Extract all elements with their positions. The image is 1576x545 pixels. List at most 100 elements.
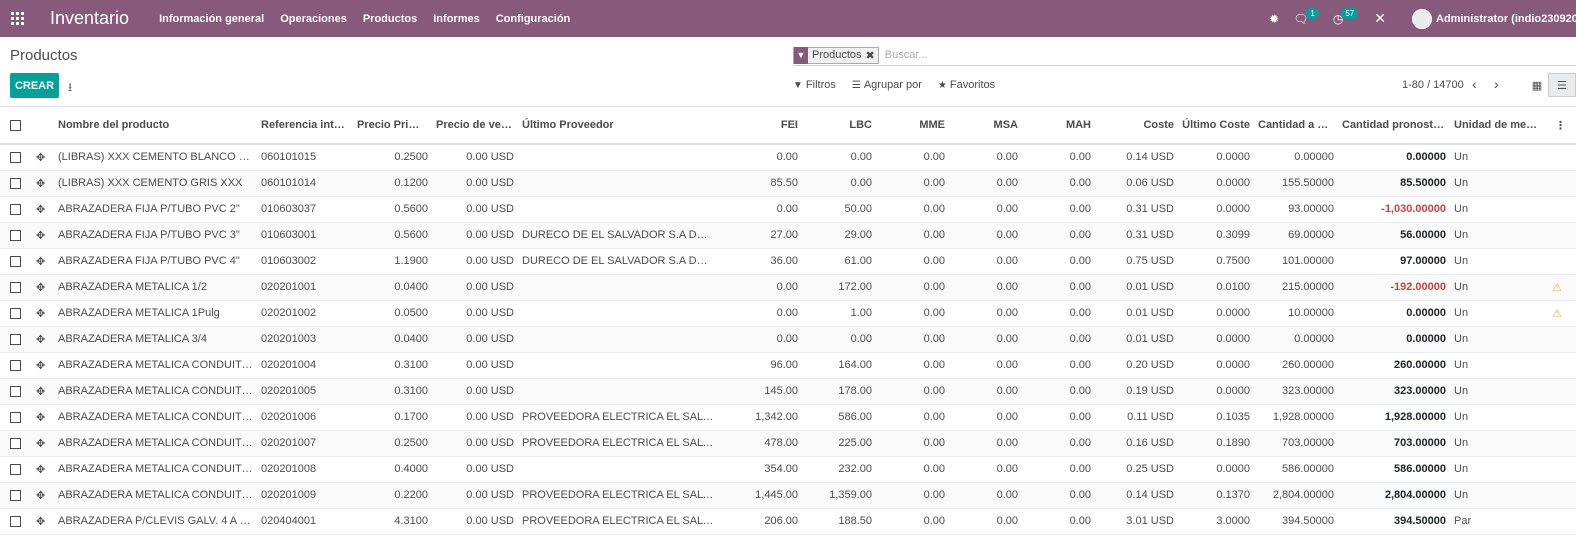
drag-handle-icon[interactable]: ✥: [36, 256, 45, 268]
row-checkbox[interactable]: [10, 411, 21, 423]
col-precio-primario[interactable]: Precio Primar...: [353, 107, 432, 145]
row-handle-cell[interactable]: ✥: [32, 144, 54, 171]
row-checkbox[interactable]: [10, 151, 21, 163]
download-icon[interactable]: ⭳: [68, 78, 72, 99]
col-cantidad-mano[interactable]: Cantidad a ma...: [1254, 107, 1338, 145]
row-select-cell[interactable]: [0, 248, 32, 275]
row-handle-cell[interactable]: ✥: [32, 326, 54, 353]
filters-button[interactable]: ▼ Filtros: [793, 79, 836, 91]
row-handle-cell[interactable]: ✥: [32, 248, 54, 275]
row-checkbox[interactable]: [10, 463, 21, 475]
col-msa[interactable]: MSA: [949, 107, 1022, 145]
drag-handle-icon[interactable]: ✥: [36, 334, 45, 346]
row-checkbox[interactable]: [10, 333, 21, 345]
row-select-cell[interactable]: [0, 196, 32, 223]
chevron-left-icon[interactable]: ‹: [1472, 76, 1477, 92]
row-handle-cell[interactable]: ✥: [32, 430, 54, 457]
table-row[interactable]: ✥ ABRAZADERA METALICA CONDUIT 1 1/2... 020…: [0, 352, 1576, 379]
clock-icon[interactable]: ◷ 57: [1333, 8, 1359, 26]
row-checkbox[interactable]: [10, 359, 21, 371]
row-checkbox[interactable]: [10, 307, 21, 319]
row-checkbox[interactable]: [10, 229, 21, 241]
menu-operaciones[interactable]: Operaciones: [280, 13, 347, 25]
menu-configuracion[interactable]: Configuración: [496, 13, 571, 25]
table-row[interactable]: ✥ ABRAZADERA METALICA CONDUIT 1Pul... 0202…: [0, 430, 1576, 457]
col-cantidad-pronosticada[interactable]: Cantidad pronosticada: [1338, 107, 1450, 145]
row-checkbox[interactable]: [10, 255, 21, 267]
row-select-cell[interactable]: [0, 274, 32, 301]
optional-columns-icon[interactable]: ⋮: [1542, 107, 1576, 145]
col-mme[interactable]: MME: [876, 107, 949, 145]
col-mah[interactable]: MAH: [1022, 107, 1095, 145]
menu-productos[interactable]: Productos: [363, 13, 417, 25]
row-select-cell[interactable]: [0, 378, 32, 405]
drag-handle-icon[interactable]: ✥: [36, 178, 45, 190]
group-by-button[interactable]: ☰ Agrupar por: [852, 79, 922, 91]
table-row[interactable]: ✥ ABRAZADERA METALICA 3/4 020201003 0.0400 0…: [0, 326, 1576, 353]
pager-value[interactable]: 1-80 / 14700: [1402, 79, 1464, 91]
row-select-cell[interactable]: [0, 326, 32, 353]
row-handle-cell[interactable]: ✥: [32, 222, 54, 249]
table-row[interactable]: ✥ ABRAZADERA FIJA P/TUBO PVC 3" 010603001 0…: [0, 222, 1576, 249]
table-row[interactable]: ✥ ABRAZADERA FIJA P/TUBO PVC 2" 010603037 0…: [0, 196, 1576, 223]
row-checkbox[interactable]: [10, 437, 21, 449]
drag-handle-icon[interactable]: ✥: [36, 308, 45, 320]
table-row[interactable]: ✥ ABRAZADERA P/CLEVIS GALV. 4 A 5 -ALT...…: [0, 508, 1576, 535]
user-menu[interactable]: Administrator (indio23092022: [1436, 13, 1576, 25]
table-row[interactable]: ✥ (LIBRAS) XXX CEMENTO GRIS XXX 060101014 0…: [0, 170, 1576, 197]
col-referencia[interactable]: Referencia inter...: [257, 107, 353, 145]
drag-handle-icon[interactable]: ✥: [36, 386, 45, 398]
select-all-checkbox[interactable]: [10, 119, 21, 131]
table-row[interactable]: ✥ ABRAZADERA FIJA P/TUBO PVC 4" 010603002 1…: [0, 248, 1576, 275]
drag-handle-icon[interactable]: ✥: [36, 204, 45, 216]
drag-handle-icon[interactable]: ✥: [36, 412, 45, 424]
row-handle-cell[interactable]: ✥: [32, 508, 54, 535]
row-select-cell[interactable]: [0, 144, 32, 171]
drag-handle-icon[interactable]: ✥: [36, 490, 45, 502]
drag-handle-icon[interactable]: ✥: [36, 360, 45, 372]
apps-menu-icon[interactable]: [0, 0, 34, 37]
table-row[interactable]: ✥ ABRAZADERA METALICA 1/2 020201001 0.0400 0…: [0, 274, 1576, 301]
menu-informacion-general[interactable]: Información general: [159, 13, 264, 25]
row-checkbox[interactable]: [10, 515, 21, 527]
row-select-cell[interactable]: [0, 430, 32, 457]
row-select-cell[interactable]: [0, 300, 32, 327]
row-handle-cell[interactable]: ✥: [32, 404, 54, 431]
bug-icon[interactable]: ✹: [1269, 12, 1279, 26]
row-handle-cell[interactable]: ✥: [32, 196, 54, 223]
col-lbc[interactable]: LBC: [802, 107, 876, 145]
row-handle-cell[interactable]: ✥: [32, 274, 54, 301]
row-handle-cell[interactable]: ✥: [32, 170, 54, 197]
row-checkbox[interactable]: [10, 177, 21, 189]
kanban-view-icon[interactable]: ▦: [1528, 76, 1546, 94]
drag-handle-icon[interactable]: ✥: [36, 152, 45, 164]
drag-handle-icon[interactable]: ✥: [36, 230, 45, 242]
table-row[interactable]: ✥ ABRAZADERA METALICA CONDUIT 1/2P... 0202…: [0, 404, 1576, 431]
app-brand[interactable]: Inventario: [50, 8, 129, 29]
row-checkbox[interactable]: [10, 203, 21, 215]
select-all-cell[interactable]: [0, 107, 32, 145]
menu-informes[interactable]: Informes: [433, 13, 479, 25]
row-handle-cell[interactable]: ✥: [32, 352, 54, 379]
drag-handle-icon[interactable]: ✥: [36, 438, 45, 450]
row-handle-cell[interactable]: ✥: [32, 300, 54, 327]
col-unidad-medida[interactable]: Unidad de medi...: [1450, 107, 1542, 145]
create-button[interactable]: CREAR: [10, 73, 59, 98]
search-facet[interactable]: ▼ Productos ✖: [793, 46, 879, 64]
table-row[interactable]: ✥ ABRAZADERA METALICA CONDUIT 2Pulg 020201…: [0, 456, 1576, 483]
col-ultimo-coste[interactable]: Último Coste: [1178, 107, 1254, 145]
row-handle-cell[interactable]: ✥: [32, 456, 54, 483]
avatar[interactable]: [1412, 8, 1432, 29]
list-view-icon[interactable]: ☰: [1548, 73, 1576, 97]
row-select-cell[interactable]: [0, 170, 32, 197]
col-nombre[interactable]: Nombre del producto: [54, 107, 257, 145]
table-row[interactable]: ✥ ABRAZADERA METALICA CONDUIT 1 1/4... 020…: [0, 378, 1576, 405]
row-select-cell[interactable]: [0, 482, 32, 509]
row-checkbox[interactable]: [10, 489, 21, 501]
row-handle-cell[interactable]: ✥: [32, 378, 54, 405]
facet-remove-icon[interactable]: ✖: [866, 49, 878, 62]
col-coste[interactable]: Coste: [1095, 107, 1178, 145]
row-checkbox[interactable]: [10, 385, 21, 397]
table-row[interactable]: ✥ (LIBRAS) XXX CEMENTO BLANCO XXX 06010101…: [0, 144, 1576, 171]
drag-handle-icon[interactable]: ✥: [36, 516, 45, 528]
